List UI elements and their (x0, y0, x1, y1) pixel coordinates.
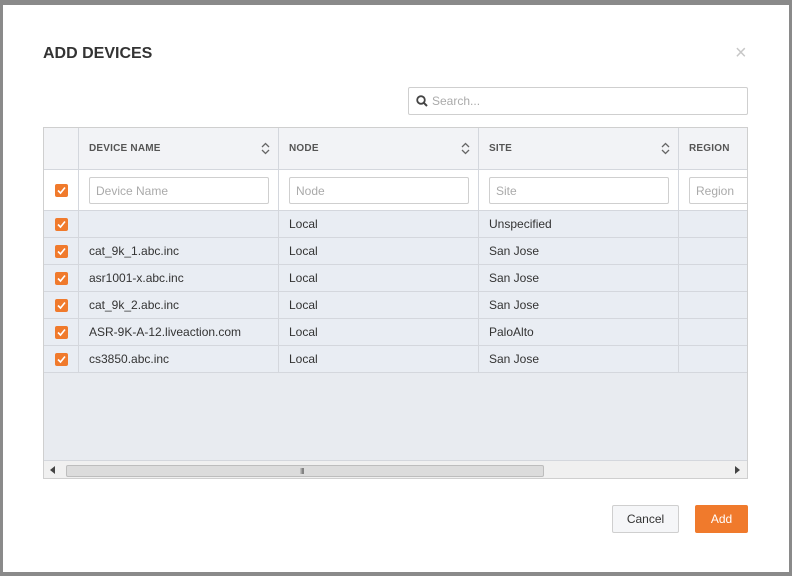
sort-icon[interactable] (661, 142, 670, 155)
cell-node: Local (279, 238, 479, 264)
scrollbar-grip: III (300, 467, 305, 476)
cell-node: Local (279, 292, 479, 318)
table-row[interactable]: cat_9k_2.abc.inc Local San Jose (44, 292, 747, 319)
table-row[interactable]: cat_9k_1.abc.inc Local San Jose (44, 238, 747, 265)
cell-device-name: cat_9k_1.abc.inc (79, 238, 279, 264)
cell-region (679, 319, 747, 345)
cell-site: San Jose (479, 238, 679, 264)
row-checkbox[interactable] (55, 353, 68, 366)
row-checkbox[interactable] (55, 299, 68, 312)
check-icon (57, 328, 66, 337)
check-icon (57, 274, 66, 283)
row-checkbox[interactable] (55, 245, 68, 258)
scroll-right-icon[interactable] (734, 466, 740, 474)
column-label: NODE (289, 143, 319, 154)
check-icon (57, 186, 66, 195)
column-header-region[interactable]: REGION (679, 128, 747, 169)
row-checkbox-cell (44, 238, 79, 264)
cell-device-name: cs3850.abc.inc (79, 346, 279, 372)
cell-region (679, 265, 747, 291)
cell-device-name: cat_9k_2.abc.inc (79, 292, 279, 318)
table-header: DEVICE NAME NODE SITE REGION (44, 128, 747, 170)
devices-table: DEVICE NAME NODE SITE REGION Device Name… (43, 127, 748, 479)
cell-site: San Jose (479, 292, 679, 318)
column-label: REGION (689, 143, 730, 154)
cell-node: Local (279, 265, 479, 291)
filter-row (44, 170, 747, 211)
cell-region (679, 211, 747, 237)
check-icon (57, 247, 66, 256)
cell-region (679, 238, 747, 264)
column-header-device-name[interactable]: DEVICE NAME (79, 128, 279, 169)
node-filter-input[interactable] (289, 177, 469, 204)
filter-cell (79, 170, 279, 210)
row-checkbox-cell (44, 292, 79, 318)
check-icon (57, 355, 66, 364)
column-header-site[interactable]: SITE (479, 128, 679, 169)
row-checkbox[interactable] (55, 272, 68, 285)
cell-site: San Jose (479, 346, 679, 372)
cell-site: Unspecified (479, 211, 679, 237)
add-button[interactable]: Add (695, 505, 748, 533)
sort-icon[interactable] (461, 142, 470, 155)
region-filter-input[interactable] (689, 177, 747, 204)
horizontal-scrollbar[interactable]: III (44, 460, 747, 478)
cell-site: PaloAlto (479, 319, 679, 345)
filter-cell (679, 170, 747, 210)
table-row[interactable]: asr1001-x.abc.inc Local San Jose (44, 265, 747, 292)
scrollbar-thumb[interactable]: III (66, 465, 544, 477)
table-body: Local Unspecified cat_9k_1.abc.inc Local San… (44, 211, 747, 373)
cell-region (679, 292, 747, 318)
row-checkbox-cell (44, 265, 79, 291)
cell-device-name (79, 211, 279, 237)
filter-cell (479, 170, 679, 210)
cell-region (679, 346, 747, 372)
select-all-checkbox[interactable] (55, 184, 68, 197)
table-row[interactable]: ASR-9K-A-12.liveaction.com Local PaloAlto (44, 319, 747, 346)
add-devices-dialog: ADD DEVICES × DEVICE NAME NODE SITE (3, 5, 789, 572)
close-icon[interactable]: × (735, 43, 749, 63)
column-label: SITE (489, 143, 513, 154)
cell-node: Local (279, 211, 479, 237)
site-filter-input[interactable] (489, 177, 669, 204)
sort-icon[interactable] (261, 142, 270, 155)
row-checkbox-cell (44, 211, 79, 237)
row-checkbox[interactable] (55, 218, 68, 231)
search-icon (416, 95, 428, 107)
column-label: DEVICE NAME (89, 143, 161, 154)
dialog-title: ADD DEVICES (43, 45, 153, 62)
cell-device-name: asr1001-x.abc.inc (79, 265, 279, 291)
cell-node: Local (279, 319, 479, 345)
row-checkbox-cell (44, 319, 79, 345)
column-header-node[interactable]: NODE (279, 128, 479, 169)
cell-site: San Jose (479, 265, 679, 291)
search-box[interactable] (408, 87, 748, 115)
filter-cell (279, 170, 479, 210)
cell-device-name: ASR-9K-A-12.liveaction.com (79, 319, 279, 345)
cancel-button[interactable]: Cancel (612, 505, 679, 533)
header-checkbox-col (44, 128, 79, 169)
table-row[interactable]: cs3850.abc.inc Local San Jose (44, 346, 747, 373)
device-name-filter-input[interactable] (89, 177, 269, 204)
check-icon (57, 301, 66, 310)
cell-node: Local (279, 346, 479, 372)
row-checkbox[interactable] (55, 326, 68, 339)
scroll-left-icon[interactable] (50, 466, 56, 474)
check-icon (57, 220, 66, 229)
row-checkbox-cell (44, 346, 79, 372)
search-input[interactable] (432, 90, 742, 112)
table-row[interactable]: Local Unspecified (44, 211, 747, 238)
select-all-cell (44, 170, 79, 210)
